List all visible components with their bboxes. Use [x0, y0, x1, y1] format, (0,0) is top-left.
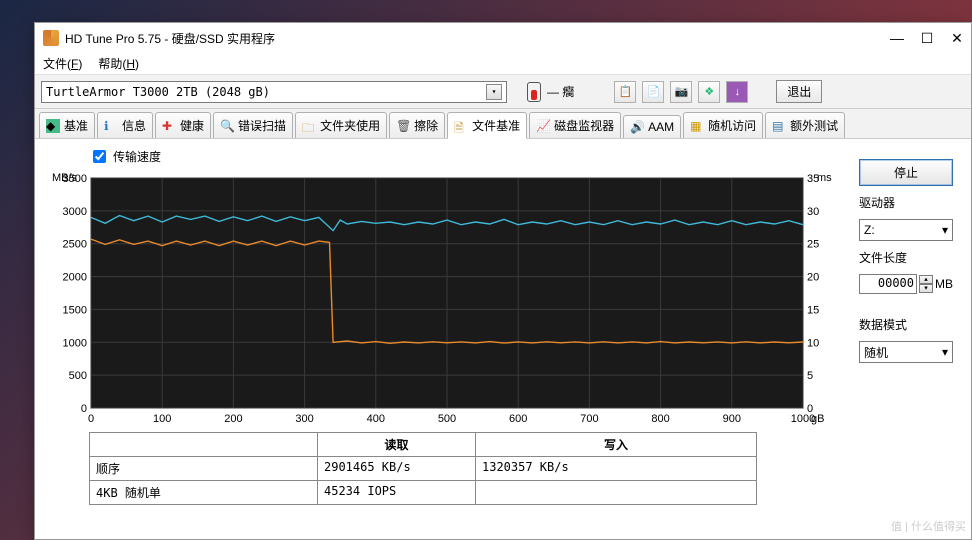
drive-letter-select[interactable]: Z: ▾: [859, 219, 953, 241]
titlebar: HD Tune Pro 5.75 - 硬盘/SSD 实用程序 — ☐ ✕: [35, 23, 971, 53]
exit-button[interactable]: 退出: [776, 80, 822, 103]
side-panel: 停止 驱动器 Z: ▾ 文件长度 00000 ▴▾ MB 数据模式 随机 ▾: [851, 147, 961, 531]
copy-screenshot-button[interactable]: 📄: [642, 81, 664, 103]
minimize-button[interactable]: —: [891, 32, 903, 44]
tab-benchmark[interactable]: ◆基准: [39, 112, 95, 138]
svg-text:5: 5: [807, 370, 813, 382]
svg-text:600: 600: [509, 413, 527, 425]
table-header-blank: [90, 433, 318, 456]
menu-file[interactable]: 文件(F): [43, 55, 82, 72]
tab-random-access[interactable]: ▦随机访问: [683, 112, 763, 138]
row-4kb-read: 45234 IOPS: [318, 481, 476, 504]
tab-health[interactable]: ✚健康: [155, 112, 211, 138]
window-title: HD Tune Pro 5.75 - 硬盘/SSD 实用程序: [65, 30, 891, 47]
file-length-label: 文件长度: [859, 249, 953, 266]
content-area: 传输速度 05001000150020002500300035000510152…: [35, 139, 971, 539]
data-pattern-label: 数据模式: [859, 316, 953, 333]
svg-text:15: 15: [807, 304, 819, 316]
svg-text:500: 500: [69, 370, 87, 382]
row-sequential-read: 2901465 KB/s: [318, 457, 476, 480]
svg-text:2000: 2000: [63, 272, 87, 284]
file-length-unit: MB: [935, 277, 953, 291]
svg-text:0: 0: [88, 413, 94, 425]
file-length-stepper[interactable]: ▴▾: [919, 275, 933, 293]
svg-text:400: 400: [367, 413, 385, 425]
data-pattern-select[interactable]: 随机 ▾: [859, 341, 953, 363]
app-window: HD Tune Pro 5.75 - 硬盘/SSD 实用程序 — ☐ ✕ 文件(…: [34, 22, 972, 540]
row-sequential-write: 1320357 KB/s: [476, 457, 756, 480]
thermometer-icon: [527, 82, 541, 102]
tab-extra-tests[interactable]: ▤额外测试: [765, 112, 845, 138]
chevron-down-icon: ▾: [942, 223, 948, 237]
tabbar: ◆基准 ℹ信息 ✚健康 🔍错误扫描 🗀文件夹使用 🗑擦除 🗎文件基准 📈磁盘监视…: [35, 109, 971, 139]
svg-text:30: 30: [807, 206, 819, 218]
chart: 0500100015002000250030003500051015202530…: [45, 168, 851, 428]
row-sequential-label: 顺序: [90, 457, 318, 480]
transfer-rate-label: 传输速度: [113, 148, 161, 165]
svg-text:1500: 1500: [63, 304, 87, 316]
svg-text:900: 900: [723, 413, 741, 425]
drive-select-value: TurtleArmor T3000 2TB (2048 gB): [46, 85, 270, 99]
drive-select[interactable]: TurtleArmor T3000 2TB (2048 gB) ▾: [41, 81, 507, 103]
svg-text:25: 25: [807, 239, 819, 251]
tab-disk-monitor[interactable]: 📈磁盘监视器: [529, 112, 621, 138]
options-button[interactable]: ↓: [726, 81, 748, 103]
svg-text:300: 300: [295, 413, 313, 425]
svg-text:800: 800: [651, 413, 669, 425]
table-header-write: 写入: [476, 433, 756, 456]
svg-text:10: 10: [807, 337, 819, 349]
svg-text:2500: 2500: [63, 239, 87, 251]
driver-label: 驱动器: [859, 194, 953, 211]
svg-text:0: 0: [81, 403, 87, 415]
svg-text:gB: gB: [811, 413, 824, 425]
save-button[interactable]: ❖: [698, 81, 720, 103]
svg-text:3000: 3000: [63, 206, 87, 218]
chevron-down-icon: ▾: [486, 84, 502, 100]
screenshot-button[interactable]: 📷: [670, 81, 692, 103]
svg-text:500: 500: [438, 413, 456, 425]
chart-svg: 0500100015002000250030003500051015202530…: [45, 168, 835, 428]
file-length-input[interactable]: 00000: [859, 274, 917, 294]
svg-text:ms: ms: [817, 172, 832, 184]
tab-error-scan[interactable]: 🔍错误扫描: [213, 112, 293, 138]
temperature-label: — 癵: [547, 83, 574, 100]
maximize-button[interactable]: ☐: [921, 32, 933, 44]
row-4kb-label: 4KB 随机单: [90, 481, 318, 504]
svg-text:1000: 1000: [63, 337, 87, 349]
stop-button[interactable]: 停止: [859, 159, 953, 186]
svg-text:20: 20: [807, 272, 819, 284]
copy-info-button[interactable]: 📋: [614, 81, 636, 103]
tab-aam[interactable]: 🔊AAM: [623, 115, 681, 138]
transfer-rate-checkbox[interactable]: 传输速度: [89, 147, 851, 166]
results-table: 读取 写入 顺序 2901465 KB/s 1320357 KB/s 4KB 随…: [89, 432, 757, 505]
menubar: 文件(F) 帮助(H): [35, 53, 971, 75]
svg-text:100: 100: [153, 413, 171, 425]
svg-text:MB/s: MB/s: [52, 172, 78, 184]
tab-file-benchmark[interactable]: 🗎文件基准: [447, 112, 527, 139]
transfer-rate-checkbox-input[interactable]: [93, 150, 106, 163]
svg-text:700: 700: [580, 413, 598, 425]
tab-erase[interactable]: 🗑擦除: [389, 112, 445, 138]
tab-folder-usage[interactable]: 🗀文件夹使用: [295, 112, 387, 138]
chevron-down-icon: ▾: [942, 345, 948, 359]
row-4kb-write: [476, 481, 756, 504]
menu-help[interactable]: 帮助(H): [98, 55, 139, 72]
toolbar: TurtleArmor T3000 2TB (2048 gB) ▾ — 癵 📋 …: [35, 75, 971, 109]
svg-text:200: 200: [224, 413, 242, 425]
table-header-read: 读取: [318, 433, 476, 456]
tab-info[interactable]: ℹ信息: [97, 112, 153, 138]
app-icon: [43, 30, 59, 46]
close-button[interactable]: ✕: [951, 32, 963, 44]
